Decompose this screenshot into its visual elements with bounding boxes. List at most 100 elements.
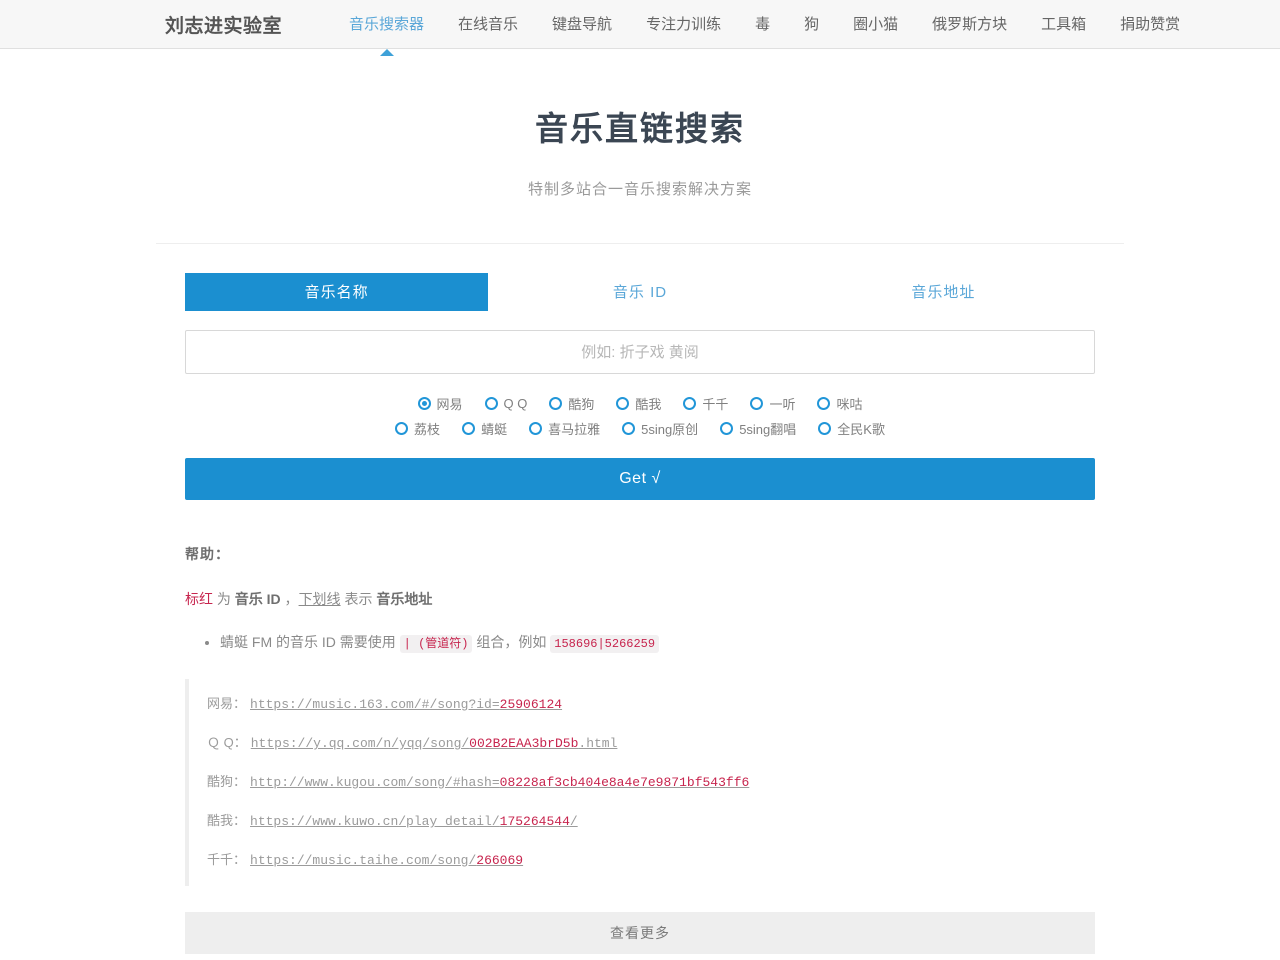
nav-item-label: 俄罗斯方块 — [932, 15, 1008, 33]
source-option-row2-2[interactable]: 喜马拉雅 — [529, 419, 600, 438]
source-option-row1-1[interactable]: Q Q — [484, 396, 528, 411]
source-option-row1-3[interactable]: 酷我 — [616, 394, 661, 413]
nav-item-4[interactable]: 毒 — [738, 0, 787, 49]
help-title: 帮助： — [185, 546, 230, 562]
radio-icon[interactable] — [622, 422, 636, 435]
help-bullet-list: 蜻蜓 FM 的音乐 ID 需要使用 | (管道符) 组合，例如 158696|5… — [185, 631, 1095, 655]
nav-item-0[interactable]: 音乐搜索器 — [332, 0, 441, 56]
tab-0[interactable]: 音乐名称 — [185, 273, 489, 311]
nav-links: 音乐搜索器 在线音乐 键盘导航 专注力训练 毒 狗 圈小猫 俄罗斯方块 工具箱 捐助赞赏 — [332, 0, 1197, 56]
source-option-row1-0[interactable]: 网易 — [417, 394, 463, 413]
nav-item-label: 专注力训练 — [646, 15, 722, 33]
legend-text-1: 为 — [213, 591, 235, 607]
example-url-base: http://www.kugou.com/song/#hash= — [250, 775, 500, 790]
site-brand[interactable]: 刘志进实验室 — [165, 11, 282, 38]
example-row: 酷狗： http://www.kugou.com/song/#hash=08228… — [207, 763, 1095, 802]
legend-text-3: 表示 — [340, 591, 377, 607]
source-option-label: Q Q — [503, 396, 528, 411]
help-item-code-pipe: | (管道符) — [399, 635, 473, 653]
help-section: 帮助： 标红 为 音乐 ID ，下划线 表示 音乐地址 蜻蜓 FM 的音乐 ID… — [185, 544, 1095, 954]
source-option-label: 荔枝 — [414, 422, 441, 437]
search-field-wrapper — [185, 330, 1095, 374]
example-url-link[interactable]: https://www.kuwo.cn/play_detail/17526454… — [250, 814, 578, 829]
source-option-row2-1[interactable]: 蜻蜓 — [462, 419, 507, 438]
source-option-row1-2[interactable]: 酷狗 — [549, 394, 594, 413]
source-option-row1-5[interactable]: 一听 — [750, 394, 795, 413]
example-site-label: 千千： — [207, 852, 247, 867]
source-selector: 网易 Q Q 酷狗 酷我 千千 一听 咪咕 荔枝 蜻蜓 喜马拉雅 5sing原创 5sing翻唱 全民… — [185, 391, 1095, 441]
help-list-item: 蜻蜓 FM 的音乐 ID 需要使用 | (管道符) 组合，例如 158696|5… — [220, 631, 1095, 655]
source-option-label: 全民K歌 — [837, 422, 885, 437]
nav-item-1[interactable]: 在线音乐 — [441, 0, 535, 49]
nav-item-label: 毒 — [755, 15, 771, 33]
legend-text-2: ， — [280, 591, 299, 607]
legend-bold-music-id: 音乐 ID — [234, 591, 281, 607]
example-url-id: 25906124 — [499, 697, 563, 712]
radio-icon[interactable] — [462, 422, 476, 435]
source-option-label: 喜马拉雅 — [548, 422, 601, 437]
example-url-link[interactable]: https://music.taihe.com/song/266069 — [250, 853, 523, 868]
source-option-label: 网易 — [436, 397, 463, 412]
source-option-row2-5[interactable]: 全民K歌 — [818, 419, 885, 438]
source-option-row1-6[interactable]: 咪咕 — [817, 394, 862, 413]
example-url-tail: .html — [578, 736, 618, 751]
search-mode-tabs: 音乐名称 音乐 ID 音乐地址 — [185, 273, 1095, 311]
view-more-button[interactable]: 查看更多 — [185, 912, 1095, 954]
nav-item-2[interactable]: 键盘导航 — [535, 0, 629, 49]
example-url-base: https://music.taihe.com/song/ — [250, 853, 477, 868]
radio-icon[interactable] — [616, 397, 630, 410]
example-row: Ｑ Q： https://y.qq.com/n/yqq/song/002B2EAA… — [207, 724, 1095, 763]
nav-item-5[interactable]: 狗 — [787, 0, 836, 49]
example-url-id: 266069 — [476, 853, 524, 868]
source-option-label: 5sing翻唱 — [739, 422, 797, 437]
source-option-row2-3[interactable]: 5sing原创 — [622, 419, 698, 438]
radio-icon[interactable] — [549, 397, 563, 410]
source-option-row2-4[interactable]: 5sing翻唱 — [720, 419, 796, 438]
nav-item-8[interactable]: 工具箱 — [1024, 0, 1103, 49]
radio-icon[interactable] — [395, 422, 409, 435]
example-site-label: 酷狗： — [207, 774, 247, 789]
source-option-row1-4[interactable]: 千千 — [683, 394, 728, 413]
example-site-label: Ｑ Q： — [207, 735, 247, 750]
example-url-id: 175264544 — [499, 814, 570, 829]
help-item-text-mid: 组合，例如 — [472, 634, 551, 650]
nav-item-label: 键盘导航 — [552, 15, 613, 33]
nav-active-caret-icon — [379, 48, 394, 56]
radio-icon[interactable] — [817, 397, 831, 410]
main-container: 音乐名称音乐 ID音乐地址 网易Q Q酷狗酷我千千一听咪咕 荔枝蜻蜓喜马拉雅5s… — [185, 244, 1095, 954]
source-row-1: 网易 Q Q 酷狗 酷我 千千 一听 咪咕 — [185, 391, 1095, 416]
top-navbar: 刘志进实验室 音乐搜索器 在线音乐 键盘导航 专注力训练 毒 狗 圈小猫 俄罗斯方块 工具箱 捐助… — [0, 0, 1280, 56]
nav-item-3[interactable]: 专注力训练 — [629, 0, 738, 49]
source-option-label: 一听 — [769, 397, 796, 412]
page-subtitle: 特制多站合一音乐搜索解决方案 — [527, 181, 752, 198]
nav-item-label: 狗 — [804, 15, 820, 33]
nav-item-7[interactable]: 俄罗斯方块 — [915, 0, 1024, 49]
get-button[interactable]: Get √ — [185, 458, 1095, 500]
example-url-link[interactable]: https://music.163.com/#/song?id=25906124 — [250, 697, 562, 712]
source-option-label: 5sing原创 — [641, 422, 699, 437]
search-input[interactable] — [185, 330, 1095, 374]
legend-underline-word: 下划线 — [298, 591, 341, 607]
example-url-tail: / — [569, 814, 578, 829]
tab-2[interactable]: 音乐地址 — [792, 273, 1095, 311]
navbar-inner: 刘志进实验室 音乐搜索器 在线音乐 键盘导航 专注力训练 毒 狗 圈小猫 俄罗斯方块 工具箱 捐助… — [0, 0, 1280, 56]
radio-icon[interactable] — [750, 397, 764, 410]
legend-bold-music-url: 音乐地址 — [376, 591, 433, 607]
example-url-link[interactable]: http://www.kugou.com/song/#hash=08228af3… — [250, 775, 749, 790]
example-url-link[interactable]: https://y.qq.com/n/yqq/song/002B2EAA3brD… — [251, 736, 618, 751]
example-url-base: https://www.kuwo.cn/play_detail/ — [250, 814, 500, 829]
example-row: 千千： https://music.taihe.com/song/266069 — [207, 841, 1095, 880]
example-row: 酷我： https://www.kuwo.cn/play_detail/17526… — [207, 802, 1095, 841]
radio-icon[interactable] — [683, 397, 697, 410]
radio-icon[interactable] — [720, 422, 734, 435]
nav-item-label: 在线音乐 — [458, 15, 519, 33]
source-option-row2-0[interactable]: 荔枝 — [395, 419, 440, 438]
nav-item-6[interactable]: 圈小猫 — [836, 0, 915, 49]
radio-icon[interactable] — [417, 397, 431, 410]
radio-icon[interactable] — [484, 397, 498, 410]
radio-icon[interactable] — [529, 422, 543, 435]
nav-item-9[interactable]: 捐助赞赏 — [1103, 0, 1197, 49]
tab-1[interactable]: 音乐 ID — [488, 273, 791, 311]
example-row: 网易： https://music.163.com/#/song?id=25906… — [207, 685, 1095, 724]
radio-icon[interactable] — [818, 422, 832, 435]
